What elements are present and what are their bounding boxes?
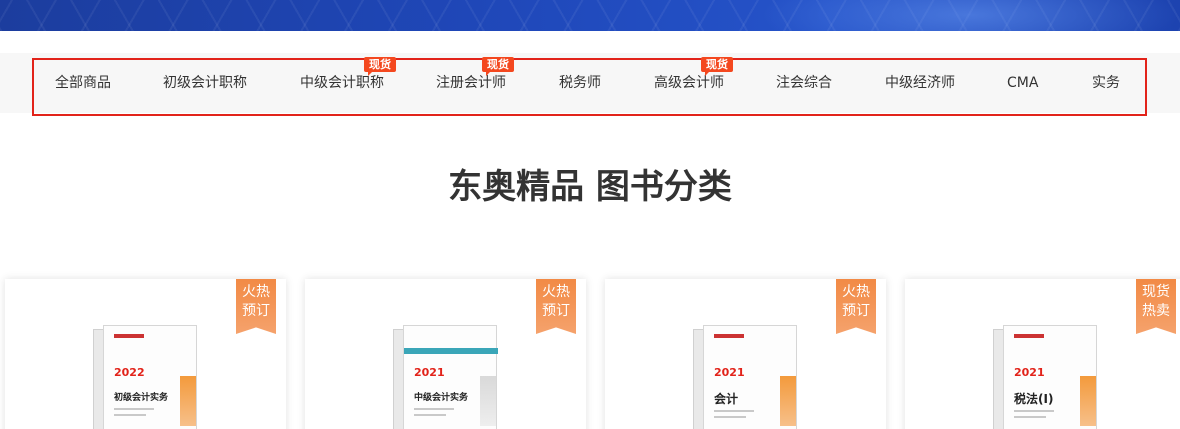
nav-item-cpa[interactable]: 注册会计师 xyxy=(436,74,506,92)
cover-text-line xyxy=(714,410,754,412)
promo-ribbon: 现货 热卖 xyxy=(1136,279,1176,334)
nav-item-all-products[interactable]: 全部商品 xyxy=(55,74,111,92)
nav-item-intermediate-accounting[interactable]: 中级会计职称 xyxy=(300,74,384,92)
cover-title: 会计 xyxy=(714,392,739,406)
cover-text-line xyxy=(414,408,454,410)
promo-ribbon: 火热 预订 xyxy=(836,279,876,334)
top-banner xyxy=(0,0,1180,31)
book-cover-image[interactable]: 2022 初级会计实务 xyxy=(93,325,197,429)
cover-year: 2021 xyxy=(1014,366,1045,379)
ribbon-line-1: 火热 xyxy=(842,284,870,300)
nav-item-cpa-comprehensive[interactable]: 注会综合 xyxy=(776,74,832,92)
nav-item-practice[interactable]: 实务 xyxy=(1092,74,1120,92)
cover-text-line xyxy=(114,408,154,410)
cover-text-line xyxy=(1014,416,1046,418)
product-card[interactable]: 火热 预订 2021 中级会计实务 xyxy=(305,279,586,429)
ribbon-line-1: 现货 xyxy=(1142,284,1170,300)
ribbon-line-2: 预订 xyxy=(542,303,570,319)
in-stock-badge: 现货 xyxy=(364,57,396,76)
cover-year: 2022 xyxy=(114,366,145,379)
cover-stripe xyxy=(780,376,796,426)
promo-ribbon: 火热 预订 xyxy=(236,279,276,334)
book-cover-image[interactable]: 2021 中级会计实务 xyxy=(393,325,498,429)
ribbon-line-2: 预订 xyxy=(842,303,870,319)
nav-item-intermediate-economist[interactable]: 中级经济师 xyxy=(885,74,955,92)
product-card[interactable]: 火热 预订 2021 会计 xyxy=(605,279,886,429)
cover-title: 中级会计实务 xyxy=(414,393,469,403)
publisher-logo xyxy=(714,334,744,338)
cover-title: 初级会计实务 xyxy=(114,393,169,403)
nav-item-senior-accountant[interactable]: 高级会计师 xyxy=(654,74,724,92)
nav-item-tax-advisor[interactable]: 税务师 xyxy=(559,74,601,92)
book-cover-image[interactable]: 2021 税法(I) xyxy=(993,325,1097,429)
cover-text-line xyxy=(114,414,146,416)
section-title: 东奥精品 图书分类 xyxy=(448,167,732,207)
in-stock-badge: 现货 xyxy=(482,57,514,76)
ribbon-line-1: 火热 xyxy=(242,284,270,300)
ribbon-line-1: 火热 xyxy=(542,284,570,300)
book-cover: 2021 税法(I) xyxy=(1003,325,1097,429)
book-cover: 2021 会计 xyxy=(703,325,797,429)
nav-item-cma[interactable]: CMA xyxy=(1007,74,1038,92)
nav-item-junior-accounting[interactable]: 初级会计职称 xyxy=(163,74,247,92)
ribbon-line-2: 热卖 xyxy=(1142,303,1170,319)
cover-text-line xyxy=(714,416,746,418)
book-cover: 2022 初级会计实务 xyxy=(103,325,197,429)
cover-text-line xyxy=(414,414,446,416)
cover-text-line xyxy=(1014,410,1054,412)
in-stock-badge: 现货 xyxy=(701,57,733,76)
cover-year: 2021 xyxy=(414,366,445,379)
book-cover-image[interactable]: 2021 会计 xyxy=(693,325,797,429)
cover-stripe xyxy=(180,376,196,426)
banner-glow xyxy=(760,0,1180,31)
publisher-logo xyxy=(1014,334,1044,338)
promo-ribbon: 火热 预订 xyxy=(536,279,576,334)
product-card[interactable]: 现货 热卖 2021 税法(I) xyxy=(905,279,1180,429)
cover-title: 税法(I) xyxy=(1014,392,1054,406)
ribbon-line-2: 预订 xyxy=(242,303,270,319)
cover-band xyxy=(404,348,498,354)
book-cover: 2021 中级会计实务 xyxy=(403,325,498,429)
cover-stripe xyxy=(1080,376,1096,426)
cover-year: 2021 xyxy=(714,366,745,379)
product-card[interactable]: 火热 预订 2022 初级会计实务 xyxy=(5,279,286,429)
publisher-logo xyxy=(114,334,144,338)
cover-stripe xyxy=(480,376,496,426)
